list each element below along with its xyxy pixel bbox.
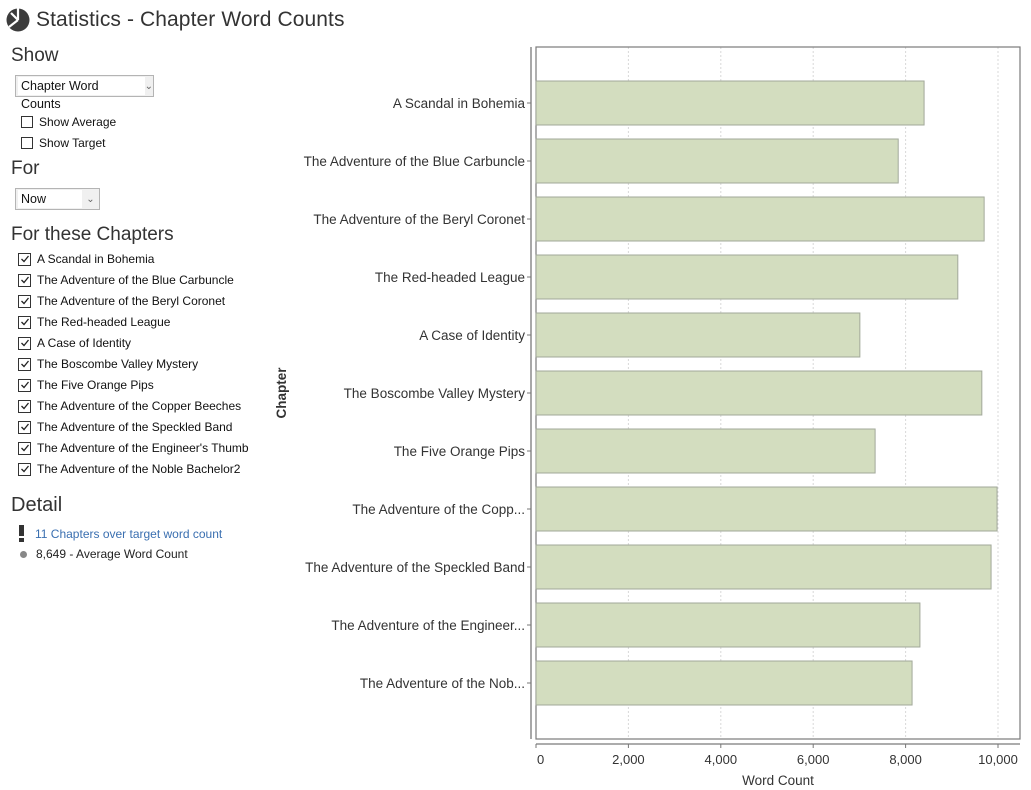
bar[interactable] [535,602,921,648]
bar[interactable] [535,544,992,590]
category-label: The Boscombe Valley Mystery [344,386,526,401]
x-tick-label: 6,000 [797,752,830,767]
bar[interactable] [535,196,985,242]
bar[interactable] [535,660,913,706]
bar[interactable] [535,486,998,532]
x-tick-label: 2,000 [612,752,645,767]
category-label: A Case of Identity [419,328,525,343]
category-label: The Adventure of the Blue Carbuncle [304,154,525,169]
x-tick-label: 8,000 [889,752,922,767]
category-label: A Scandal in Bohemia [393,96,526,111]
bar[interactable] [535,428,876,474]
category-label: The Adventure of the Nob... [360,676,525,691]
y-axis-title: Chapter [274,367,289,419]
word-count-chart: A Scandal in Bohemia The Adventure of the… [274,46,1021,788]
category-labels: A Scandal in Bohemia The Adventure of the… [304,96,531,691]
x-tick-label: 0 [537,752,544,767]
bar[interactable] [535,312,861,358]
bars [535,80,998,706]
category-label: The Five Orange Pips [394,444,526,459]
x-tick-label: 4,000 [705,752,738,767]
bar[interactable] [535,370,983,416]
bar[interactable] [535,80,925,126]
category-label: The Adventure of the Engineer... [331,618,525,633]
category-label: The Red-headed League [375,270,525,285]
bar[interactable] [535,138,899,184]
x-tick-label: 10,000 [978,752,1018,767]
category-label: The Adventure of the Speckled Band [305,560,525,575]
bar[interactable] [535,254,959,300]
x-axis-title: Word Count [742,773,814,788]
category-label: The Adventure of the Copp... [352,502,525,517]
category-label: The Adventure of the Beryl Coronet [313,212,525,227]
x-ticks: 0 2,000 4,000 6,000 8,000 10,000 [535,744,1018,767]
